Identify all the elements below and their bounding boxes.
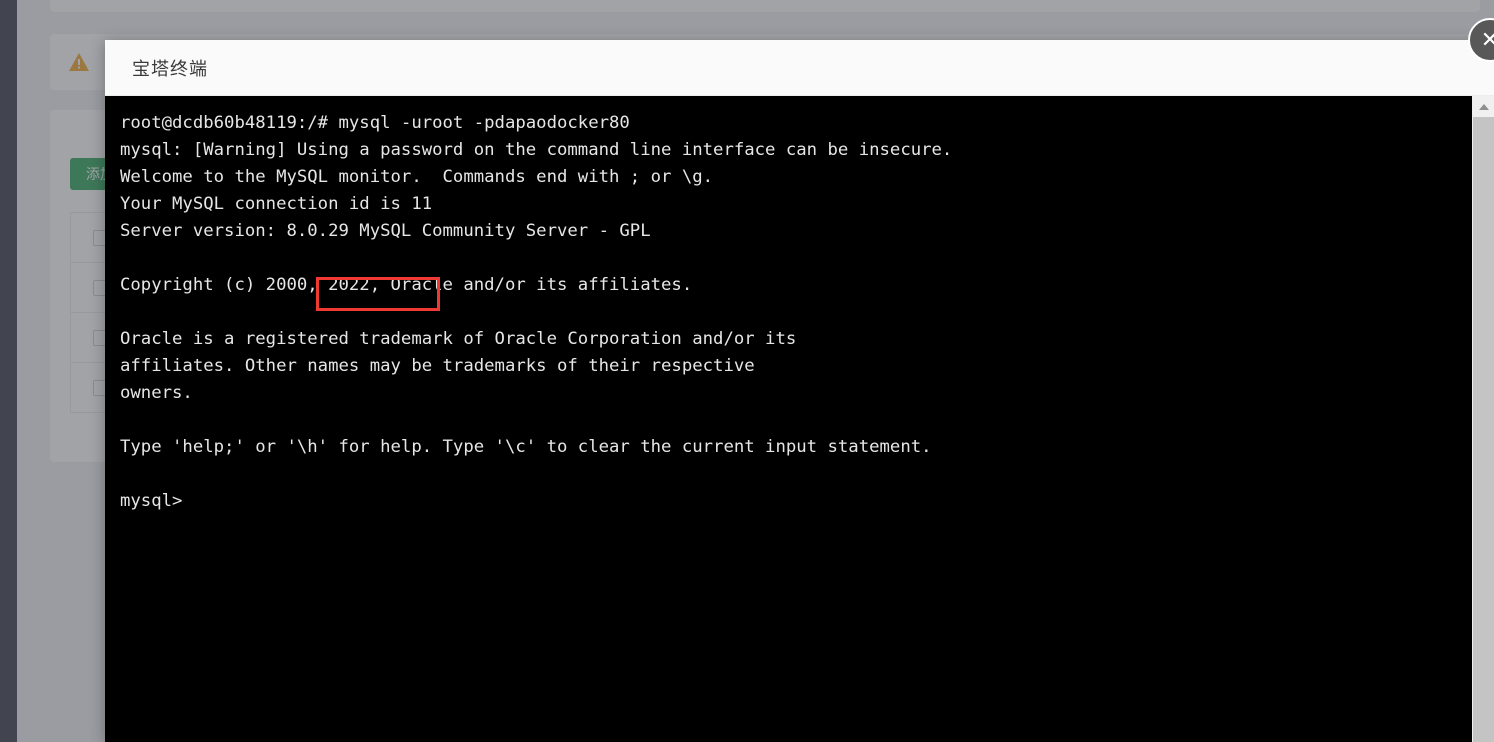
terminal-line: mysql>	[120, 491, 183, 511]
terminal-line: root@dcdb60b48119:/# mysql -uroot -pdapa…	[120, 113, 630, 133]
terminal-line: Copyright (c) 2000, 2022, Oracle and/or …	[120, 275, 693, 295]
screen: 【傻 添加	[0, 0, 1494, 742]
terminal-line: Oracle is a registered trademark of Orac…	[120, 329, 797, 349]
scrollbar-up-button[interactable]	[1473, 96, 1494, 117]
modal-title: 宝塔终端	[132, 58, 208, 79]
modal-body: root@dcdb60b48119:/# mysql -uroot -pdapa…	[105, 96, 1494, 742]
terminal-line: mysql: [Warning] Using a password on the…	[120, 140, 953, 160]
terminal-scrollbar[interactable]	[1472, 96, 1494, 742]
scrollbar-track[interactable]	[1473, 117, 1494, 742]
terminal-line: Server version: 8.0.29 MySQL Community S…	[120, 221, 651, 241]
chevron-up-icon	[1478, 103, 1489, 110]
terminal-line: Your MySQL connection id is 11	[120, 194, 433, 214]
terminal-line: affiliates. Other names may be trademark…	[120, 356, 755, 376]
terminal-line: owners.	[120, 383, 193, 403]
modal-header: 宝塔终端	[105, 40, 1494, 96]
terminal-modal: 宝塔终端 root@dcdb60b48119:/# mysql -uroot -…	[105, 40, 1494, 742]
terminal-output[interactable]: root@dcdb60b48119:/# mysql -uroot -pdapa…	[105, 96, 1472, 742]
terminal-line: Welcome to the MySQL monitor. Commands e…	[120, 167, 714, 187]
terminal-line: Type 'help;' or '\h' for help. Type '\c'…	[120, 437, 932, 457]
